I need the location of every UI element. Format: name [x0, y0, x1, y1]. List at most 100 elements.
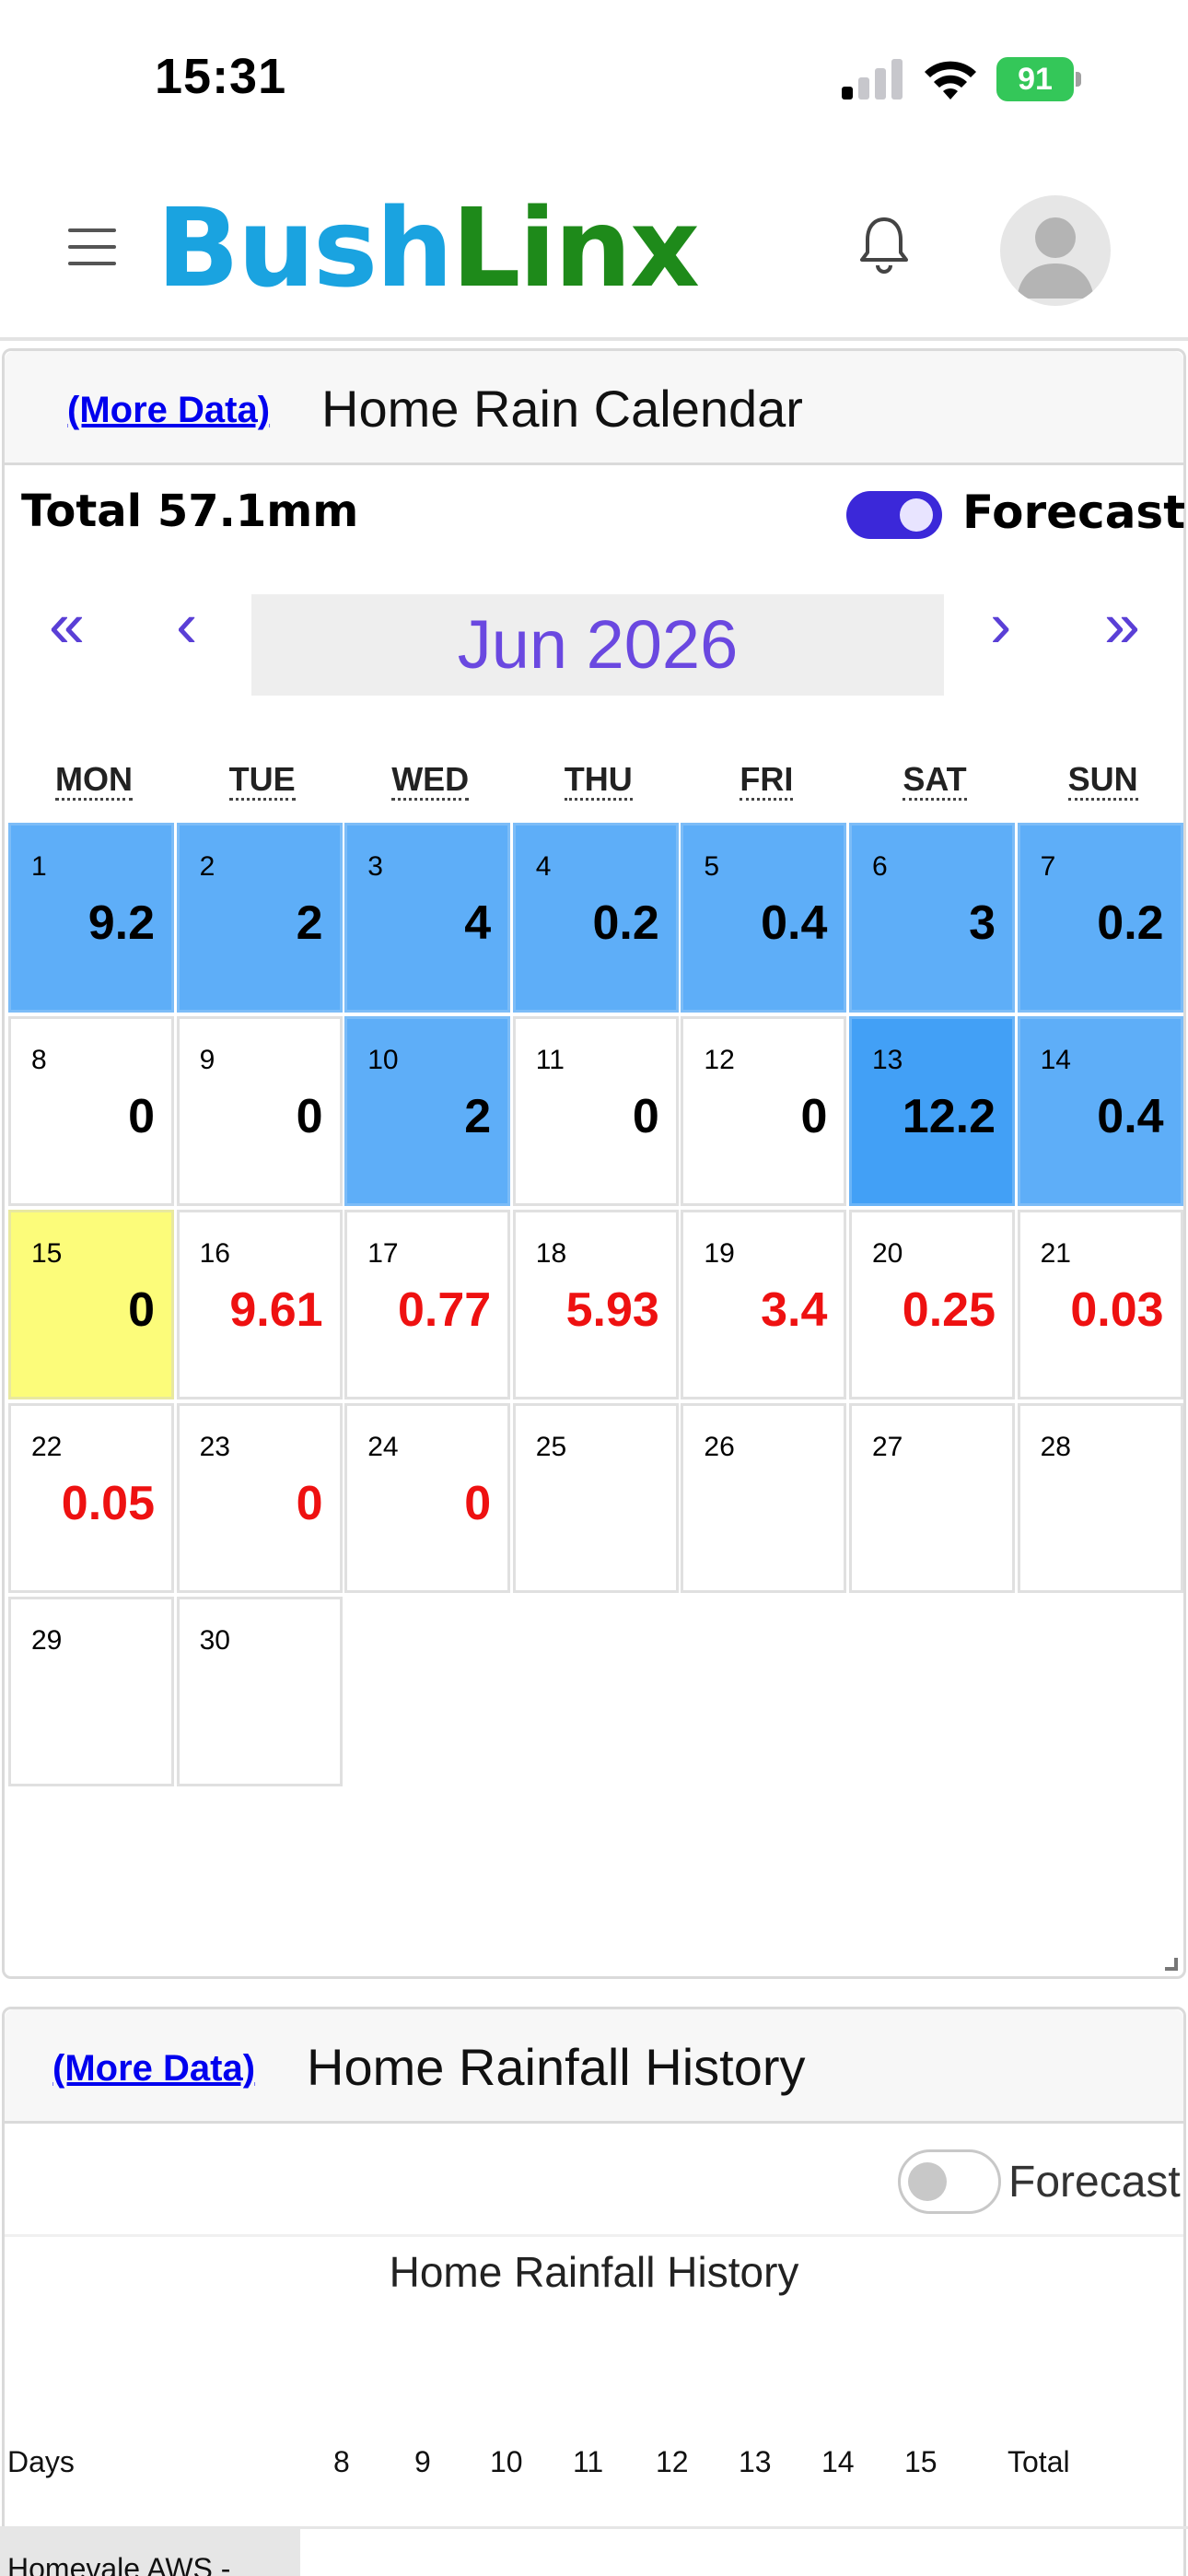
calendar-day-cell[interactable]: 34 [344, 823, 511, 1013]
calendar-day-cell[interactable]: 1 9.2 [8, 823, 174, 1013]
total-rainfall: Total 57.1mm [21, 486, 359, 537]
forecast-toggle[interactable] [846, 491, 942, 539]
more-data-link[interactable]: (More Data) [67, 390, 270, 431]
calendar-day-cell[interactable]: 80 [8, 1016, 174, 1206]
avatar[interactable] [1000, 195, 1111, 306]
day-number: 21 [1040, 1238, 1071, 1269]
history-column-header: 11 [573, 2445, 604, 2478]
cellular-signal-icon [842, 59, 903, 100]
day-number: 17 [367, 1238, 399, 1269]
weekday-header: FRI [682, 760, 850, 801]
day-number: 9 [199, 1045, 215, 1075]
day-number: 27 [872, 1432, 903, 1462]
calendar-day-cell[interactable]: 22 0.05 [8, 1403, 174, 1593]
day-number: 16 [199, 1238, 230, 1269]
forecast-toggle[interactable] [898, 2149, 1001, 2214]
rainfall-value: 0 [296, 1090, 323, 1143]
calendar-day-cell[interactable]: 13 12.2 [849, 1016, 1015, 1206]
calendar-day-cell[interactable]: 10 2 [344, 1016, 511, 1206]
day-number: 18 [535, 1238, 567, 1269]
more-data-link[interactable]: (More Data) [52, 2048, 255, 2090]
calendar-day-cell[interactable]: 20 0.25 [849, 1210, 1015, 1399]
app-header: BushLinx [0, 157, 1188, 341]
rainfall-value: 0.2 [1097, 896, 1164, 950]
calendar-day-cell[interactable]: 25 [512, 1403, 679, 1593]
forecast-rainfall-value: 5.93 [565, 1283, 659, 1337]
day-number: 14 [1040, 1045, 1071, 1075]
calendar-day-cell[interactable]: 7 0.2 [1017, 823, 1183, 1013]
calendar-day-cell[interactable]: 90 [176, 1016, 343, 1206]
resize-handle[interactable] [1165, 1958, 1178, 1971]
calendar-day-cell[interactable]: 17 0.77 [344, 1210, 511, 1399]
bell-icon[interactable] [856, 212, 912, 276]
calendar-day-cell[interactable]: 23 0 [176, 1403, 343, 1593]
rainfall-value: 12.2 [902, 1090, 996, 1143]
previous-month-button[interactable]: ‹ [176, 592, 197, 657]
day-number: 1 [31, 851, 47, 882]
day-number: 13 [872, 1045, 903, 1075]
day-number: 8 [31, 1045, 47, 1075]
first-month-button[interactable]: « [49, 592, 85, 657]
day-number: 20 [872, 1238, 903, 1269]
weekday-header: SUN [1019, 760, 1187, 801]
rainfall-value: 0 [632, 1090, 659, 1143]
forecast-rainfall-value: 0.25 [902, 1283, 996, 1337]
status-bar: 15:31 91 [0, 0, 1188, 157]
day-number: 3 [367, 851, 383, 882]
weekday-header: THU [515, 760, 682, 801]
history-column-header: 10 [490, 2445, 523, 2478]
calendar-day-cell[interactable]: 18 5.93 [512, 1210, 679, 1399]
calendar-day-cell[interactable]: 16 9.61 [176, 1210, 343, 1399]
day-number: 5 [704, 851, 720, 882]
history-column-header: Total [1007, 2445, 1070, 2478]
rainfall-value: 0.4 [1097, 1090, 1164, 1143]
day-number: 10 [367, 1045, 399, 1075]
day-number: 22 [31, 1432, 63, 1462]
weekday-header: WED [346, 760, 514, 801]
month-label[interactable]: Jun 2026 [251, 594, 944, 696]
day-number: 4 [535, 851, 552, 882]
calendar-day-cell[interactable]: 24 0 [344, 1403, 511, 1593]
battery-icon: 91 [996, 57, 1081, 101]
card-header: (More Data) Home Rain Calendar [5, 351, 1183, 465]
calendar-day-cell[interactable]: 15 0 [8, 1210, 174, 1399]
weekday-header: MON [10, 760, 178, 801]
day-number: 29 [31, 1625, 63, 1656]
history-column-header: 8 [333, 2445, 350, 2478]
rainfall-value: 9.2 [87, 896, 155, 950]
station-row-label[interactable]: Homevale AWS - [7, 2552, 230, 2576]
calendar-day-cell[interactable]: 22 [176, 823, 343, 1013]
calendar-day-cell[interactable]: 21 0.03 [1017, 1210, 1183, 1399]
calendar-day-cell[interactable]: 19 3.4 [681, 1210, 847, 1399]
weekday-header: SAT [851, 760, 1019, 801]
rainfall-value: 2 [464, 1090, 492, 1143]
day-number: 19 [704, 1238, 735, 1269]
calendar-day-cell[interactable]: 11 0 [512, 1016, 679, 1206]
calendar-day-cell[interactable]: 27 [849, 1403, 1015, 1593]
calendar-day-cell[interactable]: 5 0.4 [681, 823, 847, 1013]
next-month-button[interactable]: › [990, 592, 1011, 657]
calendar-day-cell[interactable]: 12 0 [681, 1016, 847, 1206]
day-number: 7 [1040, 851, 1056, 882]
days-label: Days [7, 2445, 75, 2478]
history-table-title: Home Rainfall History [389, 2248, 799, 2296]
day-number: 11 [535, 1045, 565, 1075]
rainfall-value: 0 [128, 1090, 155, 1143]
day-number: 25 [535, 1432, 567, 1462]
menu-icon[interactable] [68, 228, 116, 269]
calendar-day-cell[interactable]: 29 [8, 1597, 174, 1786]
calendar-day-cell[interactable]: 26 [681, 1403, 847, 1593]
calendar-day-cell[interactable]: 30 [176, 1597, 343, 1786]
calendar-day-cell[interactable]: 63 [849, 823, 1015, 1013]
day-number: 26 [704, 1432, 735, 1462]
rainfall-value: 2 [296, 896, 323, 950]
calendar-day-cell[interactable]: 4 0.2 [512, 823, 679, 1013]
day-number: 15 [31, 1238, 63, 1269]
forecast-label: Forecast [1008, 2158, 1181, 2207]
day-number: 30 [199, 1625, 230, 1656]
forecast-rainfall-value: 0 [464, 1477, 492, 1530]
calendar-day-cell[interactable]: 14 0.4 [1017, 1016, 1183, 1206]
calendar-day-cell[interactable]: 28 [1017, 1403, 1183, 1593]
last-month-button[interactable]: » [1104, 592, 1140, 657]
bushlinx-logo[interactable]: BushLinx [157, 193, 700, 302]
